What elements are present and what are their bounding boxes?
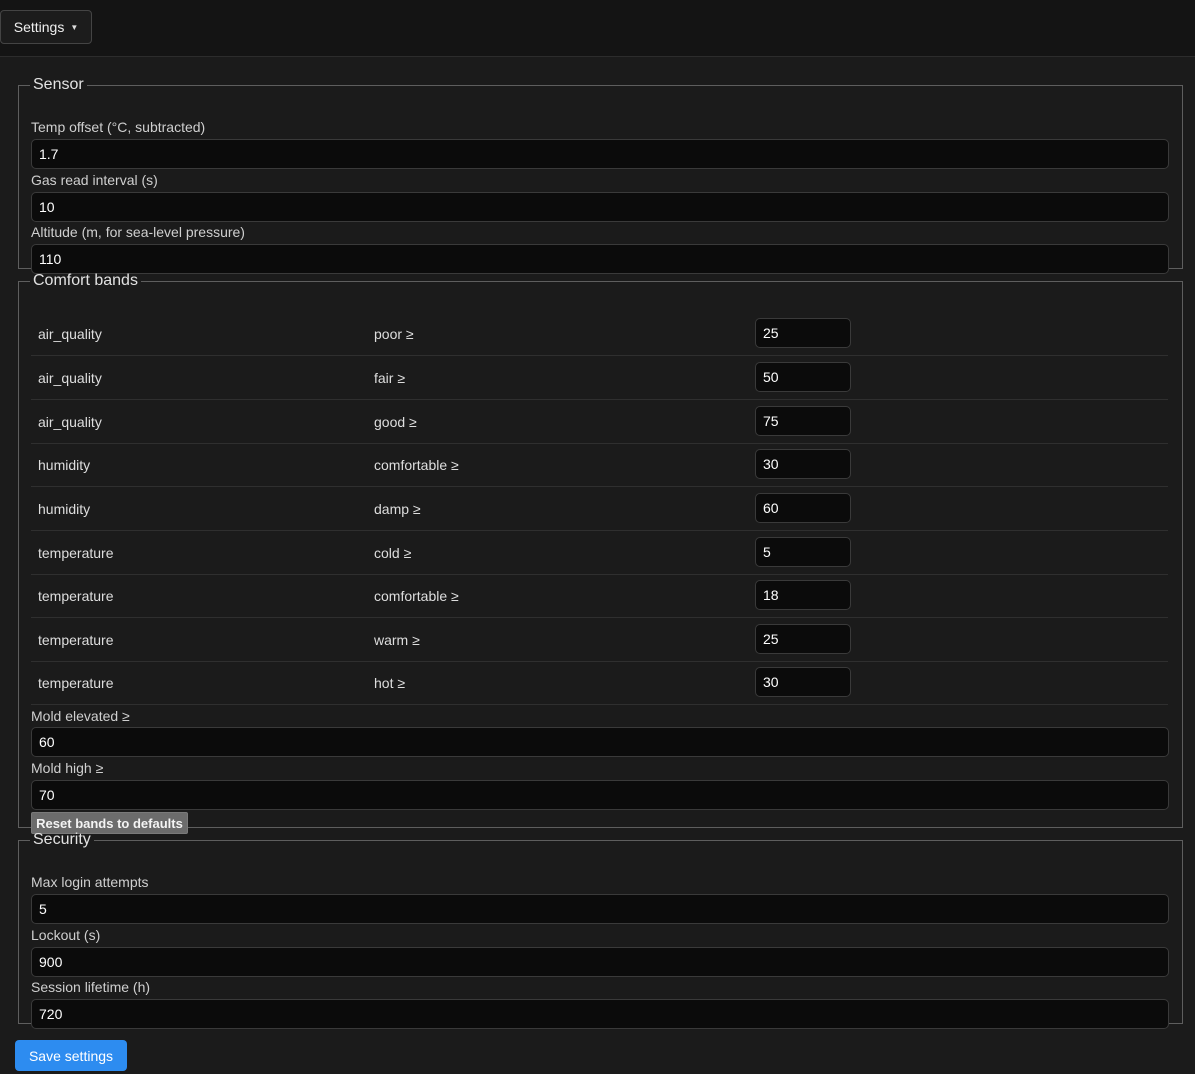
band-row: temperature warm ≥ bbox=[31, 618, 1168, 662]
band-metric: temperature bbox=[38, 632, 114, 648]
band-threshold-input[interactable] bbox=[755, 493, 851, 523]
band-row: temperature hot ≥ bbox=[31, 661, 1168, 705]
band-metric: humidity bbox=[38, 501, 91, 517]
band-threshold-input[interactable] bbox=[755, 537, 851, 567]
band-row: air_quality poor ≥ bbox=[31, 312, 1168, 356]
band-level: comfortable ≥ bbox=[374, 588, 459, 604]
mold-high-label: Mold high ≥ bbox=[31, 760, 104, 776]
caret-down-icon: ▼ bbox=[70, 22, 79, 32]
band-threshold-input[interactable] bbox=[755, 449, 851, 479]
band-metric: air_quality bbox=[38, 326, 102, 342]
security-legend: Security bbox=[33, 831, 91, 848]
band-level: good ≥ bbox=[374, 414, 417, 430]
session-lifetime-label: Session lifetime (h) bbox=[31, 979, 151, 995]
sensor-fieldset: Sensor Temp offset (°C, subtracted) Gas … bbox=[18, 76, 1183, 274]
top-bar: Settings ▼ bbox=[0, 0, 1195, 57]
band-row: humidity damp ≥ bbox=[31, 487, 1168, 531]
altitude-label: Altitude (m, for sea-level pressure) bbox=[31, 224, 245, 240]
band-row: temperature comfortable ≥ bbox=[31, 574, 1168, 618]
mold-elevated-label: Mold elevated ≥ bbox=[31, 708, 130, 724]
mold-high-input[interactable] bbox=[31, 780, 1169, 810]
band-level: hot ≥ bbox=[374, 675, 406, 691]
band-level: poor ≥ bbox=[374, 326, 414, 342]
max-login-input[interactable] bbox=[31, 894, 1169, 924]
band-level: damp ≥ bbox=[374, 501, 421, 517]
band-threshold-input[interactable] bbox=[755, 406, 851, 436]
band-row: air_quality good ≥ bbox=[31, 400, 1168, 444]
band-metric: air_quality bbox=[38, 370, 102, 386]
band-level: warm ≥ bbox=[374, 632, 420, 648]
band-row: humidity comfortable ≥ bbox=[31, 443, 1168, 487]
save-settings-button[interactable]: Save settings bbox=[15, 1040, 127, 1071]
sensor-legend: Sensor bbox=[33, 76, 84, 93]
lockout-input[interactable] bbox=[31, 947, 1169, 977]
gas-interval-input[interactable] bbox=[31, 192, 1169, 222]
band-row: air_quality fair ≥ bbox=[31, 356, 1168, 400]
settings-menu-button[interactable]: Settings ▼ bbox=[0, 10, 92, 44]
temp-offset-label: Temp offset (°C, subtracted) bbox=[31, 119, 206, 135]
gas-interval-label: Gas read interval (s) bbox=[31, 172, 158, 188]
mold-elevated-input[interactable] bbox=[31, 727, 1169, 757]
temp-offset-input[interactable] bbox=[31, 139, 1169, 169]
band-row: temperature cold ≥ bbox=[31, 531, 1168, 575]
comfort-bands-fieldset: Comfort bands air_quality poor ≥ air_qua… bbox=[18, 272, 1183, 834]
security-fieldset: Security Max login attempts Lockout (s) … bbox=[18, 831, 1183, 1029]
band-threshold-input[interactable] bbox=[755, 362, 851, 392]
band-metric: temperature bbox=[38, 545, 114, 561]
band-metric: temperature bbox=[38, 675, 114, 691]
comfort-bands-legend: Comfort bands bbox=[33, 272, 138, 289]
band-metric: air_quality bbox=[38, 414, 102, 430]
band-metric: humidity bbox=[38, 457, 91, 473]
band-level: cold ≥ bbox=[374, 545, 412, 561]
band-threshold-input[interactable] bbox=[755, 667, 851, 697]
band-level: comfortable ≥ bbox=[374, 457, 459, 473]
lockout-label: Lockout (s) bbox=[31, 927, 101, 943]
band-threshold-input[interactable] bbox=[755, 624, 851, 654]
band-metric: temperature bbox=[38, 588, 114, 604]
altitude-input[interactable] bbox=[31, 244, 1169, 274]
max-login-label: Max login attempts bbox=[31, 874, 149, 890]
settings-menu-label: Settings bbox=[13, 19, 65, 35]
band-threshold-input[interactable] bbox=[755, 318, 851, 348]
band-threshold-input[interactable] bbox=[755, 580, 851, 610]
session-lifetime-input[interactable] bbox=[31, 999, 1169, 1029]
band-level: fair ≥ bbox=[374, 370, 406, 386]
